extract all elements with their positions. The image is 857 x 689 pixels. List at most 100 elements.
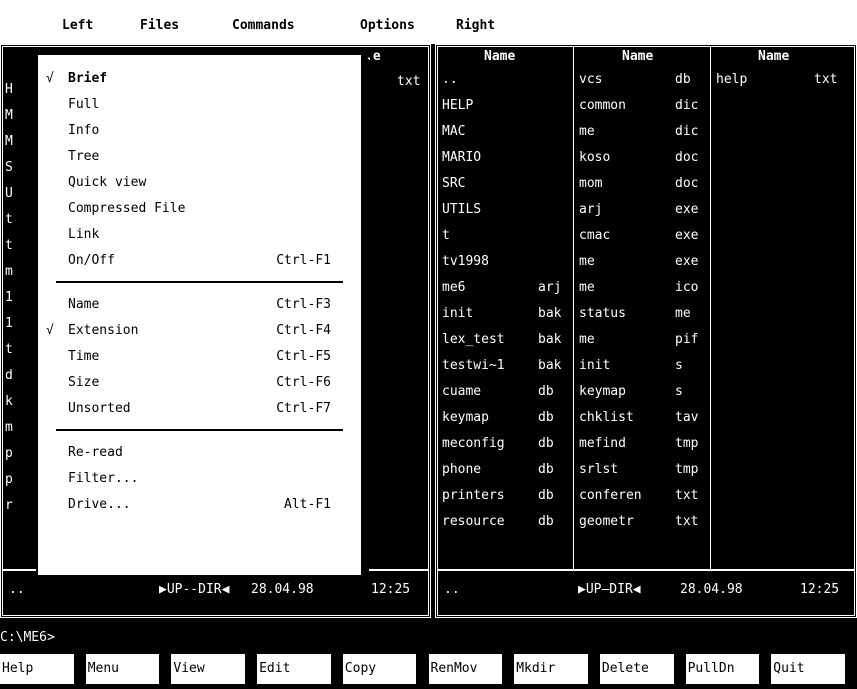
fkey-edit[interactable]: Edit [257,654,331,684]
right-status-name: .. [444,582,460,597]
file-ext: tav [675,410,699,425]
file-name: resource [442,514,505,529]
fkey-view[interactable]: View [171,654,246,684]
left-panel-edge-char: H [5,82,13,97]
menu-item-unsorted[interactable]: Unsorted Ctrl-F7 [38,397,361,421]
fkey-renmov[interactable]: RenMov [428,654,503,684]
fkey-mkdir[interactable]: Mkdir [514,654,588,684]
menu-item-label: Extension [68,323,139,338]
file-name: lex_test [442,332,505,347]
file-ext: dic [675,124,699,139]
file-name: keymap [579,384,626,399]
file-name: me [579,254,595,269]
menu-item-label: Re-read [68,445,123,460]
menu-item-label: Info [68,123,100,138]
file-ext: bak [538,358,562,373]
file-name: printers [442,488,505,503]
file-name: MARIO [442,150,482,165]
menu-item-compressed-file[interactable]: Compressed File [38,197,361,221]
menu-right[interactable]: Right [456,18,495,33]
menu-item-filter[interactable]: Filter... [38,467,361,491]
file-name: meconfig [442,436,505,451]
function-key-bar: Help Menu View Edit Copy RenMov Mkdir Delete Pul… [0,654,857,686]
right-col-divider-2 [710,47,711,569]
menu-item-full[interactable]: Full [38,93,361,117]
menu-item-re-read[interactable]: Re-read [38,441,361,465]
menu-item-extension[interactable]: √ Extension Ctrl-F4 [38,319,361,343]
right-col-divider-1 [573,47,574,569]
menu-item-drive[interactable]: Drive... Alt-F1 [38,493,361,517]
right-file-panel[interactable]: Name Name Name .. HELP MAC MARIO SRC UTILS t tv… [435,44,857,618]
file-name: common [579,98,626,113]
file-name: phone [442,462,482,477]
file-name: testwi~1 [442,358,505,373]
menu-item-link[interactable]: Link [38,223,361,247]
fkey-delete[interactable]: Delete [599,654,674,684]
menu-item-name[interactable]: Name Ctrl-F3 [38,293,361,317]
menu-files[interactable]: Files [140,18,179,33]
menu-item-label: Brief [68,71,108,86]
file-name: keymap [442,410,489,425]
file-ext: txt [675,514,699,529]
menu-item-shortcut: Ctrl-F4 [276,323,331,338]
menu-options[interactable]: Options [360,18,415,33]
menu-item-quick-view[interactable]: Quick view [38,171,361,195]
menu-item-shortcut: Ctrl-F1 [276,253,331,268]
file-name: help [716,72,748,87]
menu-item-label: Compressed File [68,201,186,216]
left-panel-edge-char: 1 [5,290,13,305]
menu-left[interactable]: Left [62,18,93,33]
menu-item-label: Full [68,97,100,112]
file-ext: db [538,462,554,477]
file-name: HELP [442,98,474,113]
left-panel-edge-char: t [5,342,13,357]
right-status-date: 28.04.98 [680,582,743,597]
file-ext: pif [675,332,699,347]
fkey-help[interactable]: Help [0,654,74,684]
menu-item-label: Quick view [68,175,147,190]
left-menu-dropdown: √ Brief Full Info Tree Quick view Compressed F… [36,53,363,577]
menu-item-label: Size [68,375,100,390]
file-ext: tmp [675,436,699,451]
file-ext: db [538,514,554,529]
file-ext: db [675,72,691,87]
file-ext: exe [675,202,699,217]
file-ext: tmp [675,462,699,477]
fkey-menu[interactable]: Menu [85,654,160,684]
file-name: init [579,358,611,373]
menu-commands[interactable]: Commands [232,18,295,33]
left-panel-partial-ext: txt [397,74,421,89]
file-name: me [579,124,595,139]
file-name: srlst [579,462,619,477]
command-line-prompt[interactable]: C:\ME6> [0,630,55,645]
menu-separator [56,429,343,431]
left-panel-edge-char: t [5,212,13,227]
menu-item-brief[interactable]: √ Brief [38,67,361,91]
file-name: arj [579,202,603,217]
left-status-info: ▶UP--DIR◀ [159,582,230,597]
right-status-time: 12:25 [800,582,840,597]
fkey-copy[interactable]: Copy [342,654,417,684]
right-col1-header: Name [484,49,516,64]
menu-item-size[interactable]: Size Ctrl-F6 [38,371,361,395]
file-name: t [442,228,450,243]
fkey-pulldn[interactable]: PullDn [685,654,760,684]
menu-item-on-off[interactable]: On/Off Ctrl-F1 [38,249,361,273]
check-mark-icon: √ [46,71,54,86]
file-ext: bak [538,332,562,347]
file-name: cmac [579,228,611,243]
top-menu-bar: Left Files Commands Options Right [0,0,857,44]
file-name: me6 [442,280,466,295]
file-name: vcs [579,72,603,87]
left-panel-status: .. ▶UP--DIR◀ 28.04.98 12:25 [9,582,422,604]
menu-item-shortcut: Alt-F1 [284,497,331,512]
menu-item-info[interactable]: Info [38,119,361,143]
fkey-quit[interactable]: Quit [771,654,845,684]
menu-item-shortcut: Ctrl-F7 [276,401,331,416]
menu-item-tree[interactable]: Tree [38,145,361,169]
menu-item-label: Unsorted [68,401,131,416]
menu-item-time[interactable]: Time Ctrl-F5 [38,345,361,369]
left-panel-edge-char: k [5,394,13,409]
right-col3-header: Name [758,49,790,64]
menu-item-label: Name [68,297,100,312]
